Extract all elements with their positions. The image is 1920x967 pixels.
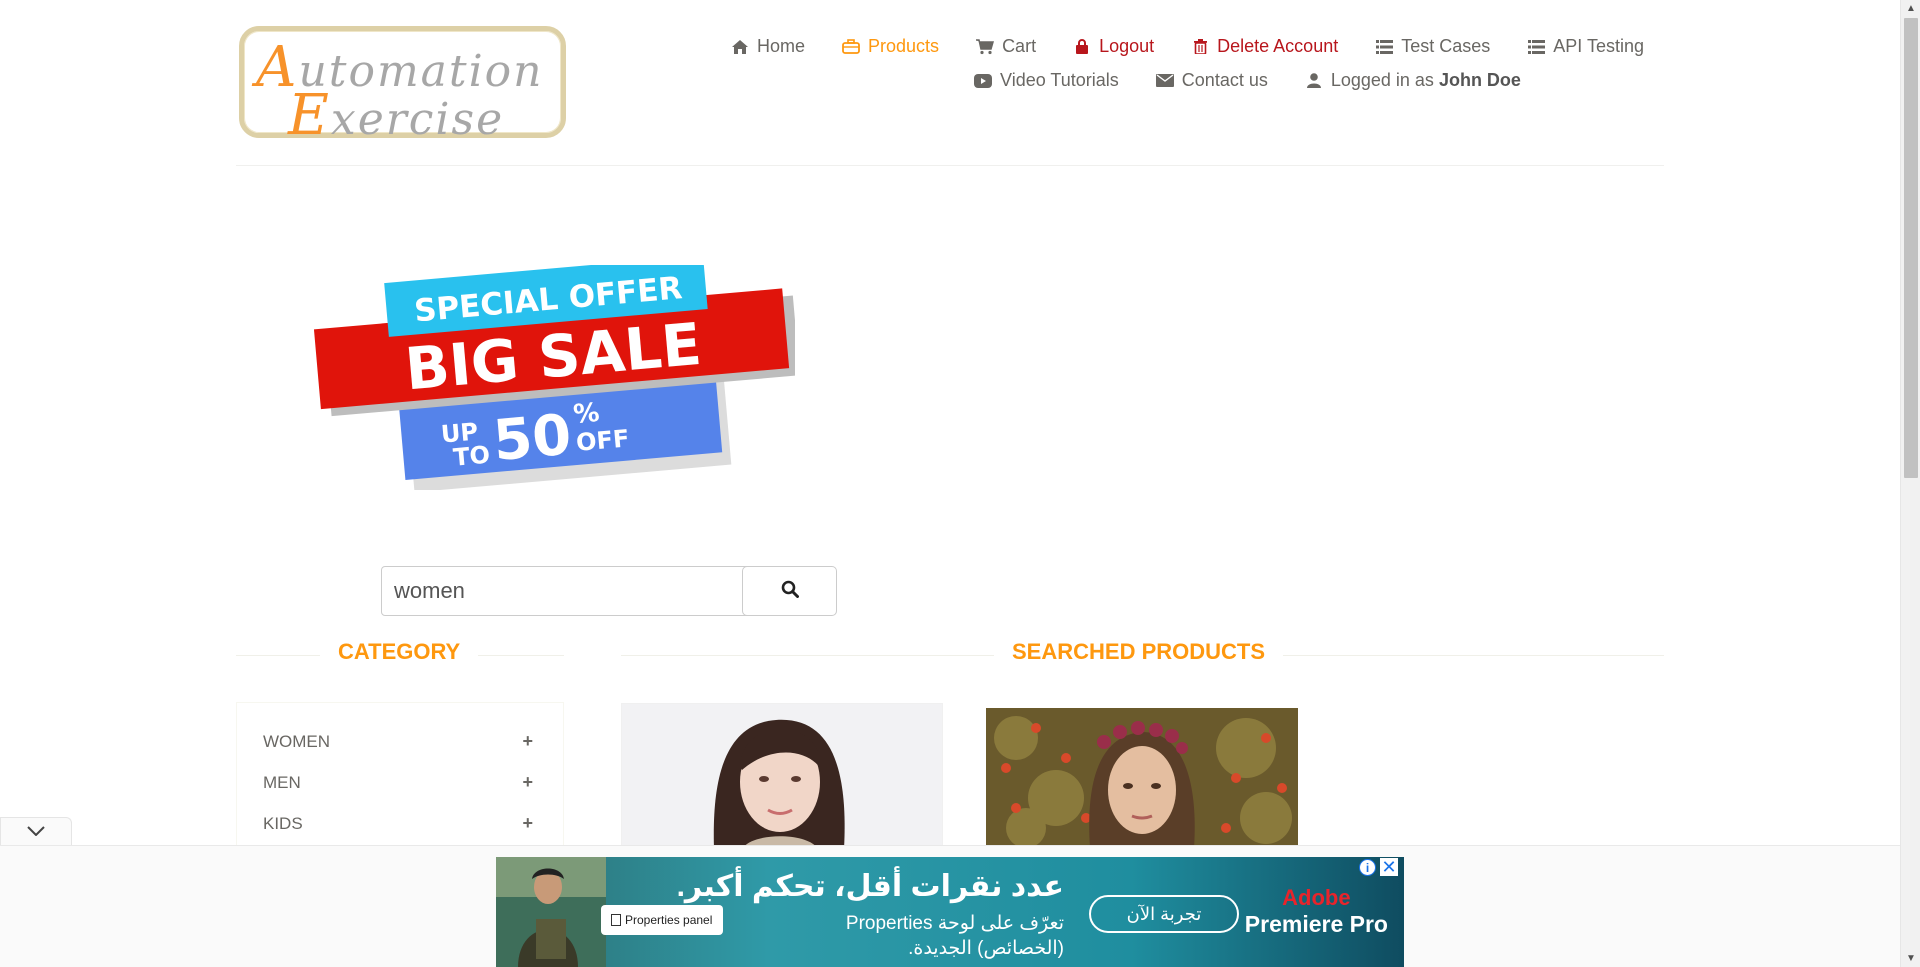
ad-close-icon[interactable]: ✕ bbox=[1380, 858, 1398, 876]
cart-icon bbox=[976, 38, 995, 56]
nav-contact-us[interactable]: Contact us bbox=[1155, 70, 1268, 91]
nav-delete-account-label: Delete Account bbox=[1217, 36, 1339, 56]
youtube-play-icon bbox=[974, 72, 993, 90]
product-card[interactable] bbox=[986, 708, 1298, 853]
envelope-icon bbox=[1155, 72, 1174, 90]
category-title: CATEGORY bbox=[320, 639, 479, 665]
nav-cart[interactable]: Cart bbox=[976, 36, 1036, 57]
ad-brand-product: Premiere Pro bbox=[1244, 911, 1388, 937]
list-icon bbox=[1527, 38, 1545, 56]
advertisement[interactable]: Properties panel عدد نقرات أقل، تحكم أكب… bbox=[496, 857, 1404, 967]
category-kids-label: KIDS bbox=[263, 814, 303, 833]
site-header: Automation Exercise Home Products Cart L… bbox=[236, 0, 1664, 166]
category-women[interactable]: WOMEN + bbox=[263, 731, 533, 752]
search-input[interactable] bbox=[381, 566, 749, 616]
nav-products-label: Products bbox=[868, 36, 940, 56]
page-scrollbar[interactable]: ▲ ▼ bbox=[1900, 0, 1920, 967]
nav-video-tutorials-label: Video Tutorials bbox=[1000, 70, 1119, 90]
ad-brand: Adobe Premiere Pro bbox=[1245, 885, 1388, 938]
ad-collapse-toggle[interactable] bbox=[0, 817, 72, 846]
home-icon bbox=[731, 38, 749, 56]
nav-cart-label: Cart bbox=[1002, 36, 1037, 56]
lock-icon bbox=[1073, 38, 1091, 56]
product-image bbox=[622, 704, 942, 847]
category-men-label: MEN bbox=[263, 773, 301, 792]
searched-products-title: SEARCHED PRODUCTS bbox=[994, 639, 1284, 665]
ad-subtext: تعرّف على لوحة Properties (الخصائص) الجد… bbox=[846, 911, 1064, 961]
logo-line-2: Exercise bbox=[288, 83, 505, 148]
ad-subtext-line-1: تعرّف على لوحة Properties bbox=[845, 913, 1064, 934]
search-button[interactable] bbox=[742, 566, 837, 616]
ad-info-icon[interactable]: i bbox=[1359, 859, 1376, 876]
site-logo[interactable]: Automation Exercise bbox=[239, 26, 566, 148]
nav-api-testing[interactable]: API Testing bbox=[1527, 36, 1644, 57]
logged-in-username: John Doe bbox=[1438, 70, 1521, 90]
banner-percent: 50 bbox=[491, 403, 574, 475]
scrollbar-thumb[interactable] bbox=[1904, 18, 1918, 478]
ad-subtext-line-2: (الخصائص) الجديدة. bbox=[908, 938, 1064, 959]
product-search bbox=[381, 566, 837, 616]
scroll-up-arrow-icon[interactable]: ▲ bbox=[1901, 0, 1920, 17]
logged-in-label: Logged in as bbox=[1330, 70, 1434, 90]
document-icon bbox=[611, 914, 621, 926]
nav-products[interactable]: Products bbox=[842, 36, 939, 57]
product-image bbox=[986, 708, 1298, 848]
ad-headline: عدد نقرات أقل، تحكم أكبر. bbox=[676, 870, 1064, 903]
ad-cta-button[interactable]: تجربة الآن bbox=[1089, 895, 1239, 933]
plus-icon[interactable]: + bbox=[522, 731, 533, 752]
nav-delete-account[interactable]: Delete Account bbox=[1191, 36, 1338, 57]
category-kids[interactable]: KIDS + bbox=[263, 813, 533, 834]
list-icon bbox=[1375, 38, 1393, 56]
ad-brand-adobe: Adobe bbox=[1282, 885, 1351, 910]
nav-video-tutorials[interactable]: Video Tutorials bbox=[974, 70, 1119, 91]
nav-api-testing-label: API Testing bbox=[1553, 36, 1644, 56]
plus-icon[interactable]: + bbox=[522, 772, 533, 793]
main-nav: Home Products Cart Logout Delete Account… bbox=[644, 36, 1644, 91]
ad-chip-label: Properties panel bbox=[625, 913, 713, 927]
briefcase-icon bbox=[842, 38, 860, 56]
trash-icon bbox=[1191, 38, 1209, 56]
nav-test-cases-label: Test Cases bbox=[1401, 36, 1491, 56]
banner-off: OFF bbox=[575, 424, 630, 457]
scroll-down-arrow-icon[interactable]: ▼ bbox=[1901, 950, 1920, 967]
banner-to: TO bbox=[452, 441, 491, 472]
banner-percent-sign: % bbox=[572, 398, 601, 430]
nav-logout-label: Logout bbox=[1099, 36, 1155, 56]
nav-home-label: Home bbox=[757, 36, 806, 56]
ad-properties-chip: Properties panel bbox=[601, 905, 723, 935]
product-card[interactable] bbox=[621, 703, 943, 848]
nav-logout[interactable]: Logout bbox=[1073, 36, 1154, 57]
sale-banner: SPECIAL OFFER BIG SALE UP TO 50 % OFF bbox=[305, 255, 800, 493]
search-icon bbox=[781, 580, 799, 603]
nav-contact-us-label: Contact us bbox=[1181, 70, 1268, 90]
category-men[interactable]: MEN + bbox=[263, 772, 533, 793]
ad-image bbox=[496, 857, 606, 967]
nav-logged-in[interactable]: Logged in as John Doe bbox=[1305, 70, 1521, 91]
nav-home[interactable]: Home bbox=[731, 36, 805, 57]
chevron-down-icon bbox=[27, 823, 45, 841]
plus-icon[interactable]: + bbox=[522, 813, 533, 834]
user-icon bbox=[1305, 72, 1323, 90]
category-women-label: WOMEN bbox=[263, 732, 331, 751]
nav-test-cases[interactable]: Test Cases bbox=[1375, 36, 1490, 57]
